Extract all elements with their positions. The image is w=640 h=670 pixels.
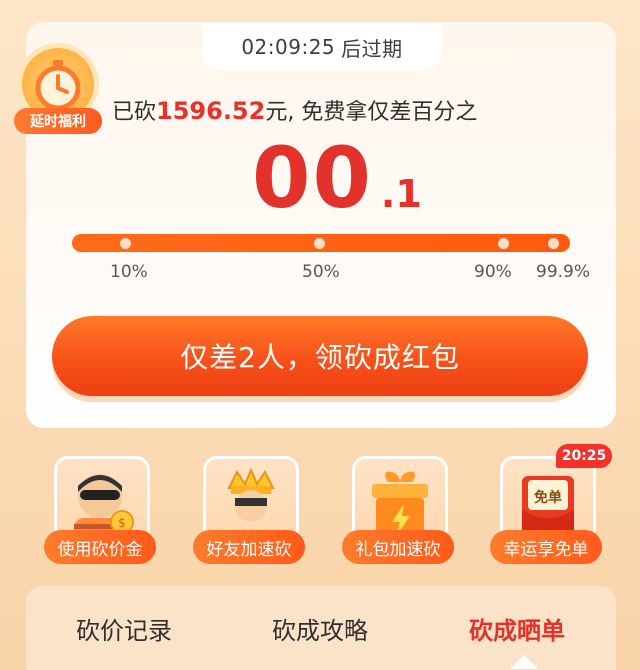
delay-benefit-badge[interactable]: 延时福利 bbox=[10, 48, 106, 134]
progress-tick: 50% bbox=[302, 262, 340, 282]
bargain-amount: 1596.52 bbox=[156, 97, 266, 125]
svg-text:$: $ bbox=[118, 516, 126, 530]
progress-dot-90 bbox=[498, 238, 509, 249]
action-label: 使用砍价金 bbox=[44, 530, 156, 564]
action-row: $ 使用砍价金 好友加速砍 礼包加速砍 免单 幸运享免单 bbox=[0, 452, 640, 572]
progress-tick: 10% bbox=[110, 262, 148, 282]
progress-tick: 99.9% bbox=[536, 262, 591, 282]
timer-suffix: 后过期 bbox=[341, 36, 403, 61]
expiry-timer: 02:09:25 后过期 bbox=[202, 24, 442, 70]
lucky-free-order-button[interactable]: 免单 幸运享免单 bbox=[490, 452, 602, 564]
progress-tick: 90% bbox=[474, 262, 512, 282]
active-tab-indicator bbox=[510, 655, 538, 669]
percent-decimal: .1 bbox=[380, 172, 422, 216]
remaining-percent: 00.1 bbox=[252, 136, 422, 220]
progress-bar bbox=[72, 234, 570, 252]
headline-prefix: 已砍 bbox=[112, 100, 157, 125]
badge-label: 延时福利 bbox=[14, 108, 102, 134]
friend-speedup-button[interactable]: 好友加速砍 bbox=[193, 452, 305, 564]
bargain-headline: 已砍1596.52元, 免费拿仅差百分之 bbox=[112, 94, 477, 126]
tab-bargain-guide[interactable]: 砍成攻略 bbox=[222, 586, 418, 670]
progress-dot-10 bbox=[120, 238, 131, 249]
timer-value: 02:09:25 bbox=[241, 35, 336, 59]
free-order-countdown-badge: 20:25 bbox=[556, 444, 612, 468]
gift-speedup-button[interactable]: 礼包加速砍 bbox=[342, 452, 454, 564]
free-order-tag: 免单 bbox=[534, 489, 562, 506]
action-label: 幸运享免单 bbox=[490, 530, 602, 564]
progress-dot-50 bbox=[314, 238, 325, 249]
claim-red-packet-button[interactable]: 仅差2人，领砍成红包 bbox=[52, 316, 588, 396]
progress-dot-99-9 bbox=[548, 238, 559, 249]
use-bargain-gold-button[interactable]: $ 使用砍价金 bbox=[44, 452, 156, 564]
percent-main: 00 bbox=[252, 129, 373, 227]
action-label: 好友加速砍 bbox=[193, 530, 305, 564]
action-label: 礼包加速砍 bbox=[342, 530, 454, 564]
tab-bargain-record[interactable]: 砍价记录 bbox=[26, 586, 222, 670]
headline-suffix: 元, 免费拿仅差百分之 bbox=[265, 100, 478, 125]
